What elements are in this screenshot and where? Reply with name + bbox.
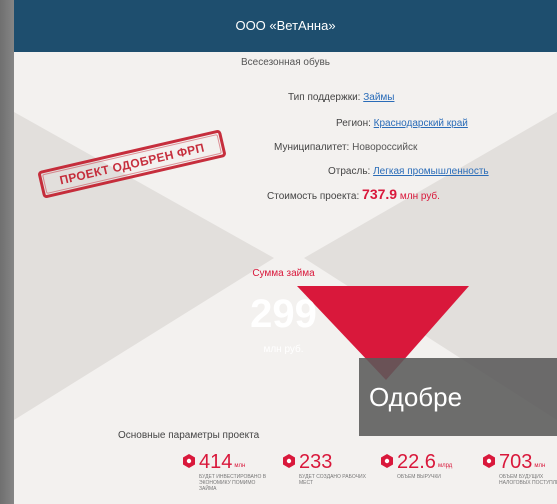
params-title: Основные параметры проекта xyxy=(118,430,260,441)
stat-jobs: 233 будет создано рабочих мест xyxy=(282,452,373,486)
stat-unit: млн xyxy=(234,463,246,469)
stat-value: 414 xyxy=(199,451,233,473)
support-link[interactable]: Займы xyxy=(363,92,394,103)
loan-unit: млн руб. xyxy=(263,344,304,355)
hexagon-icon xyxy=(283,454,295,468)
stat-value: 233 xyxy=(299,451,333,473)
hexagon-icon xyxy=(483,454,495,468)
support-label: Тип поддержки: xyxy=(288,92,361,103)
stat-caption: будет создано рабочих мест xyxy=(299,474,366,486)
cost-amount: 737.9 xyxy=(362,186,398,202)
info-municipality: Муниципалитет: Новороссийск xyxy=(274,142,417,153)
info-cost: Стоимость проекта: 737.9 млн руб. xyxy=(267,186,440,202)
stat-caption: объем будущих налоговых поступлений xyxy=(499,474,557,486)
stat-caption: объем выручки xyxy=(397,474,441,480)
industry-label: Отрасль: xyxy=(328,166,371,177)
info-support: Тип поддержки: Займы xyxy=(288,92,394,103)
stat-unit: млн xyxy=(534,463,546,469)
stat-investment: 414 млн будет инвестировано в экономику … xyxy=(182,452,273,492)
stat-value: 703 xyxy=(499,451,533,473)
caption-overlay: Одобре xyxy=(359,358,557,436)
loan-label: Сумма займа xyxy=(252,268,315,279)
municipality-value: Новороссийск xyxy=(352,142,418,153)
company-subtitle: Всесезонная обувь xyxy=(241,57,330,68)
industry-link[interactable]: Легкая промышленность xyxy=(373,166,489,177)
municipality-label: Муниципалитет: xyxy=(274,142,350,153)
stat-taxes: 703 млн объем будущих налоговых поступле… xyxy=(482,452,557,486)
stat-unit: млрд xyxy=(437,463,453,469)
region-link[interactable]: Краснодарский край xyxy=(374,118,468,129)
cost-label: Стоимость проекта: xyxy=(267,191,360,202)
hexagon-icon xyxy=(183,454,195,468)
stat-revenue: 22.6 млрд объем выручки xyxy=(380,452,471,480)
info-region: Регион: Краснодарский край xyxy=(336,118,468,129)
stat-value: 22.6 xyxy=(397,451,436,473)
hexagon-icon xyxy=(381,454,393,468)
company-title: ООО «ВетАнна» xyxy=(235,18,336,33)
company-header: ООО «ВетАнна» xyxy=(14,0,557,52)
region-label: Регион: xyxy=(336,118,371,129)
loan-amount: 299 xyxy=(250,292,317,336)
info-industry: Отрасль: Легкая промышленность xyxy=(328,166,489,177)
stat-caption: будет инвестировано в экономику помимо з… xyxy=(199,474,267,492)
cost-unit: млн руб. xyxy=(399,191,440,202)
